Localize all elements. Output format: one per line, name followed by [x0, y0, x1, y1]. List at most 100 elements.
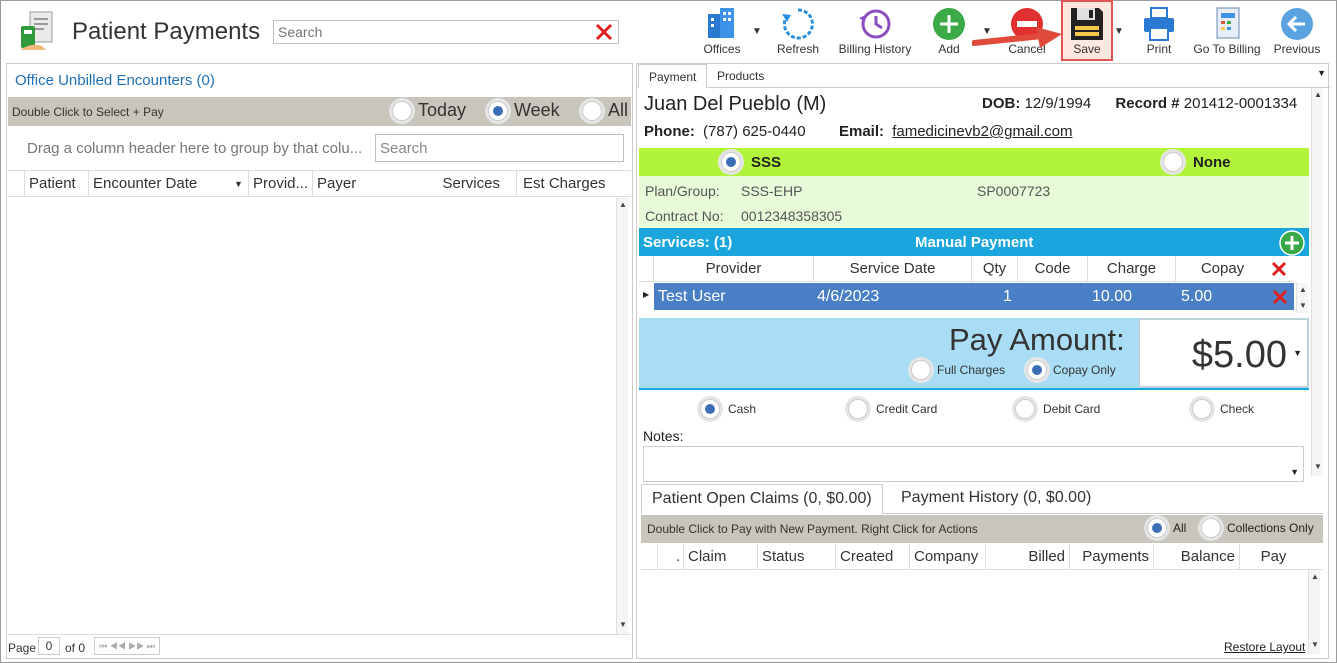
tab-payment[interactable]: Payment	[638, 64, 708, 88]
col-service-date[interactable]: Service Date	[813, 256, 971, 282]
encounter-search-input[interactable]: Search	[375, 134, 624, 162]
col-est-charges[interactable]: Est Charges	[516, 171, 616, 197]
billing-history-icon	[859, 9, 891, 39]
insurance-option-sss[interactable]: SSS	[721, 152, 781, 172]
scroll-down-icon[interactable]: ▼	[619, 620, 627, 629]
none-radio-icon[interactable]	[1163, 152, 1183, 172]
collections-radio-icon[interactable]	[1201, 518, 1221, 538]
col-patient[interactable]: Patient	[24, 171, 88, 197]
scroll-down-icon[interactable]: ▼	[1314, 462, 1322, 471]
col-provider[interactable]: Provider	[653, 256, 813, 282]
col-pay[interactable]: Pay	[1239, 544, 1307, 570]
today-radio-icon[interactable]	[392, 100, 412, 121]
col-charge[interactable]: Charge	[1087, 256, 1175, 282]
notes-dropdown-icon[interactable]: ▼	[1290, 467, 1299, 477]
scroll-up-icon[interactable]: ▲	[619, 200, 627, 209]
save-dropdown-arrow-icon[interactable]: ▼	[1114, 26, 1124, 37]
delete-row-icon[interactable]	[1272, 289, 1288, 305]
col-claim[interactable]: Claim	[683, 544, 757, 570]
tab-products[interactable]: Products	[707, 64, 774, 88]
print-icon	[1144, 7, 1174, 41]
go-to-billing-button[interactable]: Go To Billing	[1190, 4, 1264, 60]
all-radio-icon[interactable]	[582, 100, 602, 121]
row-provider: Test User	[658, 288, 726, 305]
restore-layout-link[interactable]: Restore Layout	[1224, 640, 1305, 654]
patient-search-field[interactable]	[273, 20, 619, 44]
page-number-input[interactable]: 0	[38, 637, 60, 655]
scroll-up-icon[interactable]: ▲	[1299, 285, 1307, 294]
sss-radio-icon[interactable]	[721, 152, 741, 172]
col-copay[interactable]: Copay	[1175, 256, 1269, 282]
method-check[interactable]: Check	[1192, 399, 1254, 419]
previous-button[interactable]: Previous	[1272, 4, 1322, 60]
claims-all-radio-icon[interactable]	[1147, 518, 1167, 538]
filter-today[interactable]: Today	[392, 100, 466, 121]
notes-textarea[interactable]: ▼	[643, 446, 1304, 482]
full-charges-radio-icon[interactable]	[911, 360, 931, 380]
insurance-selector: SSS None	[639, 148, 1309, 176]
email-link[interactable]: famedicinevb2@gmail.com	[892, 123, 1072, 140]
col-billed[interactable]: Billed	[985, 544, 1069, 570]
add-service-icon[interactable]	[1279, 230, 1305, 256]
tabs-dropdown-icon[interactable]: ▼	[1317, 68, 1326, 78]
col-payments[interactable]: Payments	[1069, 544, 1153, 570]
method-credit-card[interactable]: Credit Card	[848, 399, 937, 419]
services-scrollbar[interactable]: ▲ ▼	[1296, 283, 1308, 313]
copay-only-option[interactable]: Copay Only	[1027, 360, 1116, 380]
claims-scrollbar[interactable]: ▲ ▼	[1308, 570, 1320, 654]
col-qty[interactable]: Qty	[971, 256, 1017, 282]
claims-hint: Double Click to Pay with New Payment. Ri…	[647, 522, 978, 536]
check-radio-icon[interactable]	[1192, 399, 1212, 419]
col-balance[interactable]: Balance	[1153, 544, 1239, 570]
encounter-scrollbar[interactable]: ▲ ▼	[616, 198, 628, 634]
scroll-up-icon[interactable]: ▲	[1311, 572, 1319, 581]
col-company[interactable]: Company	[909, 544, 985, 570]
amount-dropdown-icon[interactable]: ▼	[1293, 348, 1302, 358]
claims-filter-collections[interactable]: Collections Only	[1201, 518, 1314, 538]
col-code[interactable]: Code	[1017, 256, 1087, 282]
scroll-down-icon[interactable]: ▼	[1299, 301, 1307, 310]
record-label: Record #	[1115, 95, 1180, 112]
col-expand[interactable]: .	[657, 544, 683, 570]
offices-dropdown-arrow-icon[interactable]: ▼	[752, 26, 762, 37]
col-services[interactable]: Services	[412, 171, 516, 197]
copay-only-radio-icon[interactable]	[1027, 360, 1047, 380]
delete-all-icon[interactable]	[1271, 261, 1287, 277]
patient-scrollbar[interactable]: ▲ ▼	[1311, 88, 1323, 476]
tab-open-claims[interactable]: Patient Open Claims (0, $0.00)	[641, 484, 883, 514]
claims-filter-all[interactable]: All	[1147, 518, 1186, 538]
phone-value: (787) 625-0440	[703, 123, 806, 140]
offices-button[interactable]: Offices	[700, 4, 744, 60]
save-button[interactable]: Save	[1062, 4, 1112, 60]
cash-radio-icon[interactable]	[700, 399, 720, 419]
billing-history-button[interactable]: Billing History	[836, 4, 914, 60]
col-encounter-date[interactable]: Encounter Date	[88, 171, 248, 197]
filter-week[interactable]: Week	[488, 100, 560, 121]
claims-filter-bar: Double Click to Pay with New Payment. Ri…	[641, 515, 1323, 543]
print-button[interactable]: Print	[1136, 4, 1182, 60]
pay-amount-input[interactable]: $5.00 ▼	[1139, 319, 1308, 387]
scroll-down-icon[interactable]: ▼	[1311, 640, 1319, 649]
clear-search-icon[interactable]	[594, 22, 614, 42]
insurance-option-none[interactable]: None	[1163, 152, 1231, 172]
col-created[interactable]: Created	[835, 544, 909, 570]
col-payer[interactable]: Payer	[312, 171, 412, 197]
credit-card-radio-icon[interactable]	[848, 399, 868, 419]
method-cash[interactable]: Cash	[700, 399, 756, 419]
scroll-up-icon[interactable]: ▲	[1314, 90, 1322, 99]
col-status[interactable]: Status	[757, 544, 835, 570]
refresh-label: Refresh	[776, 42, 820, 56]
patient-search-input[interactable]	[274, 21, 584, 43]
row-service-date: 4/6/2023	[817, 288, 880, 305]
pager-nav-icon[interactable]: ⏮ ◀◀ ▶▶ ⏭	[94, 637, 160, 655]
tab-payment-history[interactable]: Payment History (0, $0.00)	[891, 484, 1101, 514]
col-provider[interactable]: Provid...	[248, 171, 312, 197]
add-button[interactable]: Add	[926, 4, 972, 60]
service-row[interactable]: Test User 4/6/2023 1 10.00 5.00	[654, 283, 1294, 310]
refresh-button[interactable]: Refresh	[774, 4, 822, 60]
filter-all[interactable]: All	[582, 100, 628, 121]
week-radio-icon[interactable]	[488, 100, 508, 121]
full-charges-option[interactable]: Full Charges	[911, 360, 1005, 380]
method-debit-card[interactable]: Debit Card	[1015, 399, 1100, 419]
debit-card-radio-icon[interactable]	[1015, 399, 1035, 419]
